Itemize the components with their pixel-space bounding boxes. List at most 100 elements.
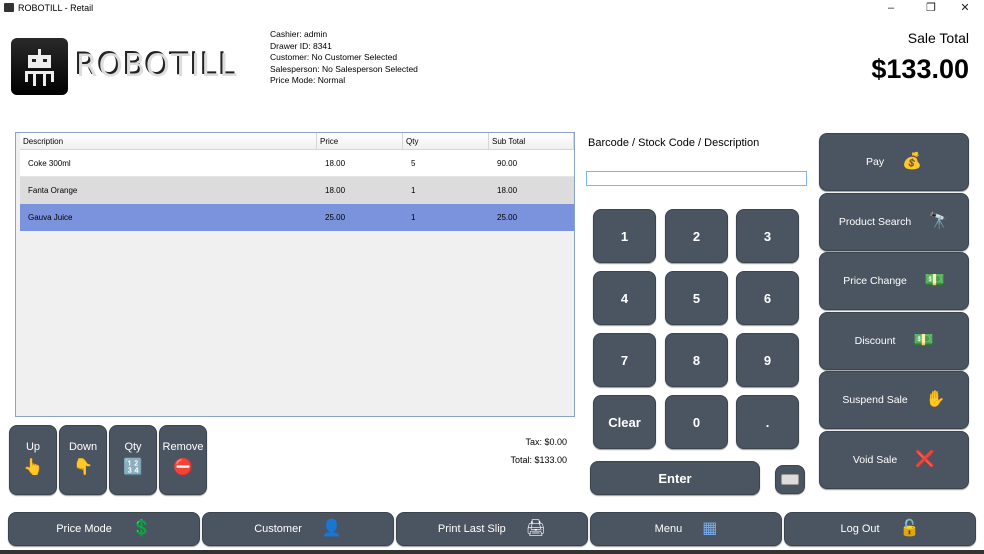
minimize-button[interactable]: – [876,0,906,16]
remove-label: Remove [162,441,204,453]
menu-grid-icon: ▦ [702,520,718,537]
keypad-2-button[interactable]: 2 [665,209,728,263]
product-search-label: Product Search [838,216,912,228]
pay-label: Pay [865,156,885,168]
price-mode-button[interactable]: Price Mode 💲 [8,512,200,546]
title-bar: ROBOTILL - Retail – ❐ ✕ [0,0,984,16]
qty-button[interactable]: Qty 🔢 [109,425,157,495]
robot-logo-icon [11,38,68,95]
table-row-selected[interactable]: Gauva Juice 25.00 1 25.00 [20,204,574,231]
menu-label: Menu [654,523,683,535]
void-icon: ❌ [915,451,936,468]
keypad-1-button[interactable]: 1 [593,209,656,263]
void-sale-label: Void Sale [852,454,898,466]
keyboard-button[interactable] [775,465,805,494]
qty-spinner-icon: 🔢 [123,459,143,476]
sale-total-value: $133.00 [871,54,969,84]
up-button[interactable]: Up 👆 [9,425,57,495]
price-change-icon: 💵 [924,272,945,289]
keypad-6-button[interactable]: 6 [736,271,799,325]
keypad-clear-button[interactable]: Clear [593,395,656,449]
suspend-sale-label: Suspend Sale [842,394,908,406]
log-out-button[interactable]: Log Out 🔓 [784,512,976,546]
cell-subtotal: 90.00 [497,158,518,168]
column-header-price[interactable]: Price [317,133,403,149]
tax-label: Tax: $0.00 [525,437,567,447]
log-out-label: Log Out [840,523,880,535]
price-change-label: Price Change [843,275,907,287]
hand-up-icon: 👆 [23,459,43,476]
barcode-label: Barcode / Stock Code / Description [588,137,760,149]
void-sale-button[interactable]: Void Sale ❌ [819,431,969,489]
cell-price: 25.00 [325,213,346,222]
price-mode-label: Price Mode [56,523,112,535]
salesperson-label: Salesperson: No Salesperson Selected [270,63,418,74]
cashier-label: Cashier: admin [270,29,328,39]
sale-total-label: Sale Total [907,30,969,46]
app-icon [4,3,14,12]
drawer-label: Drawer ID: 8341 [270,40,332,51]
restore-button[interactable]: ❐ [916,0,946,16]
enter-button[interactable]: Enter [590,461,760,495]
print-last-slip-button[interactable]: Print Last Slip 🖨 [396,512,588,546]
down-button[interactable]: Down 👇 [59,425,107,495]
padlock-icon: 🔓 [899,520,920,537]
cell-description: Gauva Juice [28,213,73,222]
logo-text: ROBOTILL [76,48,238,84]
cell-subtotal: 25.00 [497,213,518,222]
discount-button[interactable]: Discount 💵 [819,312,969,370]
price-change-button[interactable]: Price Change 💵 [819,252,969,310]
product-search-button[interactable]: Product Search 🔭 [819,193,969,251]
close-button[interactable]: ✕ [950,0,980,16]
session-info: Cashier: admin Drawer ID: 8341 Customer:… [270,29,418,87]
binoculars-icon: 🔭 [929,213,950,230]
cell-price: 18.00 [325,186,346,195]
cell-qty: 5 [411,158,416,168]
hand-down-icon: 👇 [73,459,93,476]
cell-subtotal: 18.00 [497,186,518,195]
cell-description: Fanta Orange [28,186,78,195]
cell-qty: 1 [411,213,416,222]
print-last-slip-label: Print Last Slip [437,523,506,535]
cell-description: Coke 300ml [28,158,71,168]
table-row[interactable]: Coke 300ml 18.00 5 90.00 [20,150,574,177]
customer-label: Customer: No Customer Selected [270,52,398,62]
keypad-7-button[interactable]: 7 [593,333,656,387]
column-header-subtotal[interactable]: Sub Total [489,133,574,149]
suspend-sale-button[interactable]: Suspend Sale ✋ [819,371,969,429]
keypad-4-button[interactable]: 4 [593,271,656,325]
barcode-input[interactable] [586,171,807,186]
price-mode-label: Price Mode: Normal [270,75,346,85]
qty-label: Qty [124,441,142,453]
up-label: Up [25,441,41,453]
discount-icon: 💵 [913,332,934,349]
menu-button[interactable]: Menu ▦ [590,512,782,546]
total-label: Total: $133.00 [510,455,567,465]
keypad-9-button[interactable]: 9 [736,333,799,387]
price-mode-icon: 💲 [131,520,152,537]
bottom-border [0,550,984,554]
keypad-3-button[interactable]: 3 [736,209,799,263]
remove-button[interactable]: Remove ⛔ [159,425,207,495]
column-header-description[interactable]: Description [20,133,317,149]
cell-qty: 1 [411,186,416,195]
keypad-0-button[interactable]: 0 [665,395,728,449]
keypad-5-button[interactable]: 5 [665,271,728,325]
keypad-8-button[interactable]: 8 [665,333,728,387]
keypad-decimal-button[interactable]: . [736,395,799,449]
customer-label: Customer [254,523,302,535]
sale-items-grid[interactable]: Description Price Qty Sub Total Coke 300… [15,132,575,417]
remove-icon: ⛔ [173,459,193,476]
customer-icon: 👤 [321,520,342,537]
customer-button[interactable]: Customer 👤 [202,512,394,546]
pay-button[interactable]: Pay 💰 [819,133,969,191]
hand-stop-icon: ✋ [925,391,946,408]
table-row[interactable]: Fanta Orange 18.00 1 18.00 [20,177,574,204]
window-title: ROBOTILL - Retail [18,3,94,13]
cell-price: 18.00 [325,158,346,168]
printer-icon: 🖨 [525,520,547,537]
column-header-qty[interactable]: Qty [403,133,489,149]
discount-label: Discount [854,335,896,347]
down-label: Down [68,441,98,453]
keyboard-icon [781,474,799,485]
